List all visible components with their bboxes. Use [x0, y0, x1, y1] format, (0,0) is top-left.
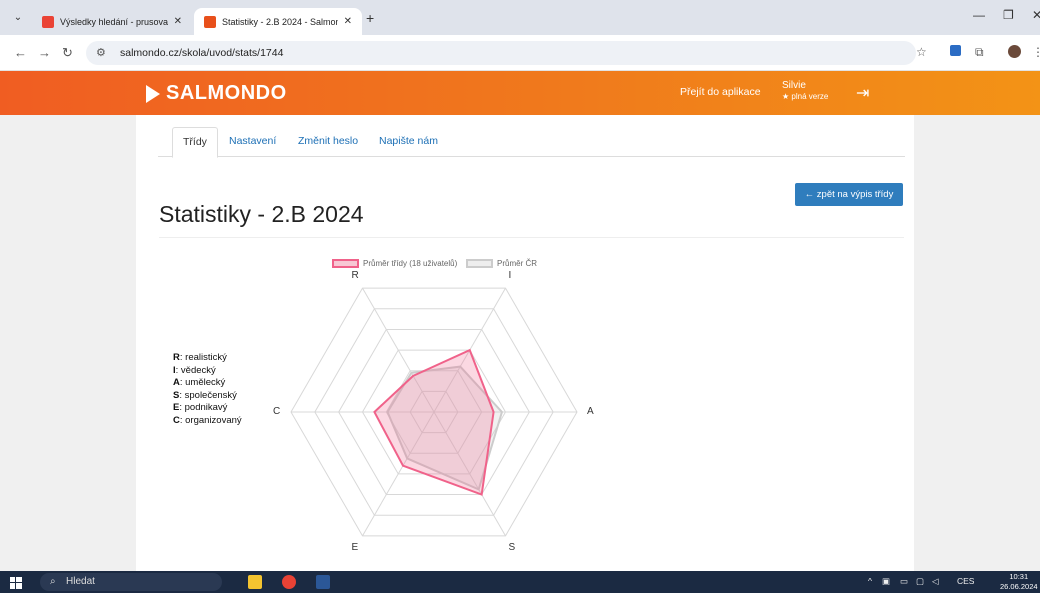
address-bar-row: ← → ↻ ⚙ salmondo.cz/skola/uvod/stats/174… — [0, 35, 1040, 71]
content-card: Třídy Nastavení Změnit heslo Napište nám… — [136, 115, 914, 571]
new-tab-button[interactable]: + — [366, 10, 374, 26]
tab-label: Výsledky hledání - prusova@g… — [60, 16, 168, 27]
gmail-icon — [42, 15, 54, 28]
logo-text: SALMONDO — [166, 82, 287, 104]
minimize-icon[interactable]: — — [973, 8, 985, 22]
tab-close-icon[interactable]: ✕ — [174, 16, 182, 27]
tab-close-icon[interactable]: ✕ — [344, 16, 352, 27]
user-menu[interactable]: Silvie ★ plná verze — [782, 80, 828, 102]
tray-chevron-icon[interactable]: ^ — [868, 576, 872, 586]
windows-taskbar: ⌕ Hledat ^ ▣ ▭ ▢ ◁ CES 10:31 26.06.2024 — [0, 571, 1040, 593]
axis-label-a: A — [587, 406, 594, 417]
reload-icon[interactable]: ↻ — [62, 45, 73, 61]
tray-battery-icon[interactable]: ▭ — [900, 576, 908, 587]
axis-label-r: R — [351, 270, 359, 282]
axis-label-e: E — [351, 541, 359, 553]
windows-start-icon[interactable] — [10, 576, 22, 589]
tray-network-icon[interactable]: ▣ — [882, 576, 890, 587]
close-window-icon[interactable]: ✕ — [1032, 8, 1040, 22]
tray-display-icon[interactable]: ▢ — [916, 576, 924, 587]
taskbar-clock[interactable]: 10:31 26.06.2024 — [1000, 572, 1038, 592]
extensions-puzzle-icon[interactable]: ⧉ — [975, 45, 984, 60]
browser-tab-gmail[interactable]: Výsledky hledání - prusova@g… ✕ — [32, 8, 192, 35]
extension-icon[interactable] — [950, 45, 961, 59]
app-header: SALMONDO Přejít do aplikace Silvie ★ pln… — [0, 71, 1040, 115]
axis-label-c: C — [273, 406, 281, 417]
back-arrow-icon[interactable]: ← — [14, 45, 27, 60]
site-info-icon[interactable]: ⚙ — [96, 41, 106, 65]
logout-icon[interactable]: ⇥ — [856, 83, 869, 103]
forward-arrow-icon[interactable]: → — [38, 45, 51, 60]
page-background: Třídy Nastavení Změnit heslo Napište nám… — [0, 115, 1040, 571]
clock-date: 26.06.2024 — [1000, 582, 1038, 591]
tray-volume-icon[interactable]: ◁ — [932, 576, 939, 587]
series-class-average — [373, 348, 495, 496]
logo-play-icon — [146, 84, 160, 103]
goto-app-link[interactable]: Přejít do aplikace — [680, 86, 761, 98]
search-placeholder: Hledat — [66, 576, 95, 587]
bookmark-star-icon[interactable]: ☆ — [916, 45, 927, 59]
axis-label-s: S — [508, 541, 516, 553]
search-icon: ⌕ — [50, 576, 56, 587]
browser-tab-salmondo[interactable]: Statistiky - 2.B 2024 - Salmondo ✕ — [194, 8, 362, 35]
user-version: ★ plná verze — [782, 92, 829, 101]
axis-label-i: I — [508, 270, 512, 282]
clock-time: 10:31 — [1009, 572, 1029, 581]
user-name: Silvie — [782, 80, 806, 91]
word-icon[interactable] — [316, 575, 330, 589]
chrome-icon[interactable] — [282, 575, 296, 589]
tab-search-menu-icon[interactable]: ⌄ — [8, 8, 28, 28]
maximize-icon[interactable]: ❐ — [1003, 8, 1014, 22]
browser-tab-strip: ⌄ Výsledky hledání - prusova@g… ✕ Statis… — [0, 0, 1040, 35]
file-explorer-icon[interactable] — [248, 575, 262, 589]
profile-avatar-icon[interactable] — [1008, 45, 1021, 61]
taskbar-search-field[interactable]: ⌕ Hledat — [40, 573, 222, 591]
salmondo-logo[interactable]: SALMONDO — [146, 82, 287, 105]
salmondo-favicon-icon — [204, 15, 216, 28]
url-field[interactable]: ⚙ salmondo.cz/skola/uvod/stats/1744 — [86, 41, 916, 65]
url-text: salmondo.cz/skola/uvod/stats/1744 — [120, 47, 284, 59]
tray-language[interactable]: CES — [957, 576, 974, 586]
tab-label: Statistiky - 2.B 2024 - Salmondo — [222, 16, 338, 27]
radar-chart — [290, 287, 578, 537]
browser-menu-icon[interactable]: ⋮ — [1032, 45, 1040, 59]
